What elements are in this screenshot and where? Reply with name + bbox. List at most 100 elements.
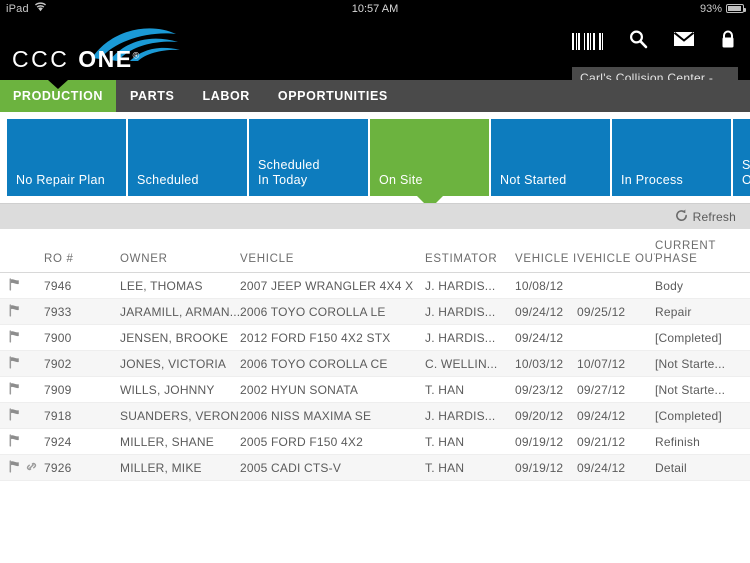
cell-vehicle: 2006 TOYO COROLLA LE: [240, 304, 386, 319]
cell-vehicle-out: 09/24/12: [577, 460, 626, 475]
tile-label: No Repair Plan: [16, 173, 105, 187]
active-tab-caret-icon: [48, 80, 69, 89]
tile-label: On Site: [379, 173, 423, 187]
ios-status-bar: iPad 10:57 AM 93%: [0, 0, 750, 17]
row-flag-cell[interactable]: [0, 433, 40, 450]
barcode-icon[interactable]: [572, 33, 603, 50]
tile-not-started[interactable]: Not Started: [491, 119, 610, 196]
row-flag-cell[interactable]: [0, 459, 40, 476]
cell-owner: SUANDERS, VERON...: [120, 408, 240, 423]
flag-icon[interactable]: [8, 433, 21, 450]
cell-owner: MILLER, MIKE: [120, 460, 202, 475]
ccc-one-logo: CCC ONE®: [12, 25, 232, 77]
cell-current-phase: [Completed]: [655, 330, 722, 345]
table-row[interactable]: 7918 SUANDERS, VERON... 2006 NISS MAXIMA S…: [0, 403, 750, 429]
cell-current-phase: [Completed]: [655, 408, 722, 423]
cell-vehicle-in: 10/03/12: [515, 356, 564, 371]
cell-estimator: J. HARDIS...: [425, 304, 496, 319]
cell-owner: WILLS, JOHNNY: [120, 382, 215, 397]
row-flag-cell[interactable]: [0, 407, 40, 424]
cell-owner: LEE, THOMAS: [120, 278, 203, 293]
tab-parts[interactable]: PARTS: [116, 80, 188, 112]
table-row[interactable]: 7946 LEE, THOMAS 2007 JEEP WRANGLER 4X4 X J…: [0, 273, 750, 299]
tile-label: Not Started: [500, 173, 567, 187]
cell-current-phase: Detail: [655, 460, 687, 475]
refresh-button[interactable]: Refresh: [675, 209, 736, 225]
cell-vehicle-in: 09/20/12: [515, 408, 564, 423]
cell-vehicle: 2006 NISS MAXIMA SE: [240, 408, 372, 423]
col-vehicle-out[interactable]: VEHICLE OUT: [577, 253, 655, 266]
cell-current-phase: [Not Starte...: [655, 382, 726, 397]
lock-icon[interactable]: [720, 30, 736, 54]
tile-scheduled-in-today[interactable]: Scheduled In Today: [249, 119, 368, 196]
flag-icon[interactable]: [8, 381, 21, 398]
col-estimator[interactable]: ESTIMATOR: [425, 253, 515, 266]
col-ro[interactable]: RO #: [40, 253, 120, 266]
cell-vehicle: 2006 TOYO COROLLA CE: [240, 356, 388, 371]
tile-scheduled-out[interactable]: Sc Ou: [733, 119, 750, 196]
cell-ro: 7933: [44, 304, 72, 319]
refresh-icon: [675, 209, 688, 225]
search-icon[interactable]: [628, 29, 648, 54]
table-row[interactable]: 7933 JARAMILL, ARMAN... 2006 TOYO COROLLA …: [0, 299, 750, 325]
table-row[interactable]: 7926 MILLER, MIKE 2005 CADI CTS-V T. HAN 09/…: [0, 455, 750, 481]
link-icon[interactable]: [25, 460, 38, 476]
cell-vehicle: 2012 FORD F150 4X2 STX: [240, 330, 391, 345]
cell-ro: 7909: [44, 382, 72, 397]
cell-vehicle-in: 09/19/12: [515, 460, 564, 475]
col-vehicle-in[interactable]: VEHICLE IN: [515, 253, 577, 266]
flag-icon[interactable]: [8, 355, 21, 372]
cell-estimator: J. HARDIS...: [425, 408, 496, 423]
tab-production[interactable]: PRODUCTION: [0, 80, 117, 112]
table-row[interactable]: 7902 JONES, VICTORIA 2006 TOYO COROLLA CE C…: [0, 351, 750, 377]
cell-ro: 7946: [44, 278, 72, 293]
col-vehicle[interactable]: VEHICLE: [240, 253, 425, 266]
flag-icon[interactable]: [8, 303, 21, 320]
tile-scheduled[interactable]: Scheduled: [128, 119, 247, 196]
tile-on-site[interactable]: On Site: [370, 119, 489, 203]
table-body: 7946 LEE, THOMAS 2007 JEEP WRANGLER 4X4 XJ…: [0, 273, 750, 481]
tile-label: Scheduled: [137, 173, 199, 187]
row-flag-cell[interactable]: [0, 277, 40, 294]
tab-parts-label: PARTS: [130, 89, 175, 103]
tab-opportunities[interactable]: OPPORTUNITIES: [264, 80, 402, 112]
flag-icon[interactable]: [8, 329, 21, 346]
col-current-phase[interactable]: CURRENT PHASE: [655, 240, 750, 266]
table-toolbar: Refresh: [0, 203, 750, 229]
cell-estimator: J. HARDIS...: [425, 330, 496, 345]
tile-in-process[interactable]: In Process: [612, 119, 731, 196]
row-flag-cell[interactable]: [0, 355, 40, 372]
row-flag-cell[interactable]: [0, 381, 40, 398]
status-tile-list: No Repair Plan Scheduled Scheduled In To…: [0, 119, 750, 203]
table-row[interactable]: 7924 MILLER, SHANE 2005 FORD F150 4X2 T. HA…: [0, 429, 750, 455]
tab-labor[interactable]: LABOR: [188, 80, 263, 112]
status-bar-right: 93%: [700, 3, 746, 15]
mail-icon[interactable]: [673, 31, 695, 52]
flag-icon[interactable]: [8, 407, 21, 424]
cell-ro: 7918: [44, 408, 72, 423]
col-owner[interactable]: OWNER: [120, 253, 240, 266]
cell-current-phase: Refinish: [655, 434, 700, 449]
cell-ro: 7926: [44, 460, 72, 475]
logo-wordmark: CCC ONE®: [12, 46, 139, 73]
table-row[interactable]: 7900 JENSEN, BROOKE 2012 FORD F150 4X2 STX…: [0, 325, 750, 351]
tile-no-repair-plan[interactable]: No Repair Plan: [7, 119, 126, 196]
row-flag-cell[interactable]: [0, 329, 40, 346]
cell-vehicle-out: 10/07/12: [577, 356, 626, 371]
cell-vehicle: 2007 JEEP WRANGLER 4X4 X: [240, 278, 414, 293]
cell-estimator: T. HAN: [425, 434, 465, 449]
cell-vehicle-in: 09/24/12: [515, 304, 564, 319]
cell-owner: MILLER, SHANE: [120, 434, 214, 449]
flag-icon[interactable]: [8, 277, 21, 294]
row-flag-cell[interactable]: [0, 303, 40, 320]
logo-registered-mark: ®: [132, 50, 140, 61]
app-header: CCC ONE® Carl's Collision Center -...: [0, 17, 750, 90]
cell-estimator: T. HAN: [425, 382, 465, 397]
cell-estimator: T. HAN: [425, 460, 465, 475]
production-table: RO # OWNER VEHICLE ESTIMATOR VEHICLE IN …: [0, 229, 750, 481]
tab-labor-label: LABOR: [202, 89, 250, 103]
tab-production-label: PRODUCTION: [13, 89, 104, 103]
table-row[interactable]: 7909 WILLS, JOHNNY 2002 HYUN SONATA T. HAN 0…: [0, 377, 750, 403]
flag-icon[interactable]: [8, 459, 21, 476]
cell-owner: JARAMILL, ARMAN...: [120, 304, 240, 319]
